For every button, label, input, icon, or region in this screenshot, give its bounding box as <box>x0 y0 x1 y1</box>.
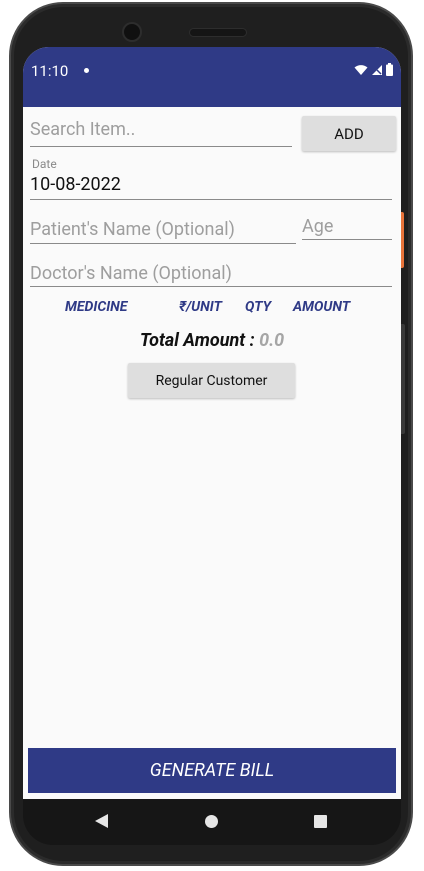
regular-customer-button[interactable]: Regular Customer <box>128 363 295 398</box>
patient-name-field <box>30 217 296 244</box>
date-field <box>30 172 392 200</box>
column-qty: QTY <box>245 299 272 315</box>
notification-dot-icon <box>84 68 89 73</box>
date-label: Date <box>32 157 57 171</box>
signal-icon <box>372 64 382 75</box>
status-icons <box>354 63 393 76</box>
total-amount-label: Total Amount : <box>139 330 260 351</box>
search-field <box>30 115 292 147</box>
status-time: 11:10 <box>31 62 69 80</box>
status-bar: 11:10 <box>23 47 401 107</box>
patient-name-input[interactable] <box>30 217 296 242</box>
battery-icon <box>386 63 393 76</box>
wifi-icon <box>354 64 368 75</box>
total-amount-row: Total Amount : 0.0 <box>23 330 401 351</box>
doctor-name-input[interactable] <box>30 261 392 285</box>
navigation-bar <box>23 799 401 845</box>
date-input[interactable] <box>30 172 392 197</box>
total-amount-value: 0.0 <box>259 330 285 351</box>
bill-table-header: MEDICINE ₹/UNIT QTY AMOUNT <box>23 299 401 319</box>
column-amount: AMOUNT <box>293 299 351 315</box>
earpiece-speaker <box>189 28 247 37</box>
column-medicine: MEDICINE <box>65 299 128 315</box>
add-button[interactable]: ADD <box>302 116 396 151</box>
app-screen: 11:10 ADD Date MEDICINE <box>23 47 401 799</box>
back-icon[interactable] <box>95 814 108 828</box>
column-price-per-unit: ₹/UNIT <box>179 299 222 315</box>
search-input[interactable] <box>30 115 292 143</box>
age-field <box>302 214 392 240</box>
front-camera <box>122 22 142 42</box>
home-icon[interactable] <box>205 815 218 828</box>
recent-apps-icon[interactable] <box>314 815 327 828</box>
doctor-name-field <box>30 261 392 287</box>
generate-bill-button[interactable]: GENERATE BILL <box>28 748 396 793</box>
age-input[interactable] <box>302 214 392 238</box>
